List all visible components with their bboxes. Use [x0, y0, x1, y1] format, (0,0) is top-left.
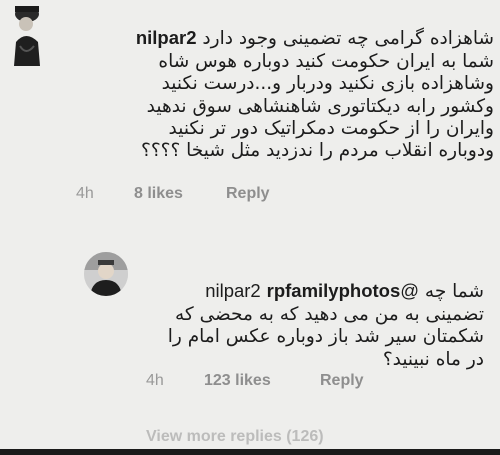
- comment-first-line: شاهزاده گرامی چه تضمینی وجود دارد nilpar…: [60, 27, 494, 50]
- comment-text: شاهزاده گرامی چه تضمینی وجود دارد nilpar…: [60, 5, 494, 163]
- avatar[interactable]: [6, 2, 46, 68]
- comment-likes[interactable]: 8 likes: [134, 185, 183, 203]
- reply-time: 4h: [146, 372, 164, 389]
- reply-body: تضمینی به من می دهید که به محضی که شکمتا…: [167, 303, 484, 370]
- comment-username[interactable]: nilpar2: [136, 27, 197, 48]
- comment-time: 4h: [76, 185, 94, 202]
- reply-likes[interactable]: 123 likes: [204, 372, 271, 390]
- view-more-replies-link[interactable]: View more replies (126): [146, 428, 324, 446]
- reply-meta: 4h 123 likes Reply: [146, 372, 446, 392]
- reply-first-line-text: شما چه: [424, 281, 484, 303]
- bottom-divider: [0, 449, 500, 455]
- reply-first-line: شما چه @nilpar2 rpfamilyphotos: [144, 280, 484, 303]
- reply-username[interactable]: rpfamilyphotos: [267, 280, 401, 301]
- comment-body: شما به ایران حکومت کنید دوباره هوس شاه و…: [141, 50, 494, 162]
- avatar[interactable]: [84, 252, 128, 296]
- comment-reply-button[interactable]: Reply: [226, 185, 270, 203]
- profile-avatar-photo-icon: [84, 252, 128, 296]
- comment-meta: 4h 8 likes Reply: [76, 185, 376, 205]
- reply-text: شما چه @nilpar2 rpfamilyphotos تضمینی به …: [144, 258, 484, 371]
- comment-first-line-text: شاهزاده گرامی چه تضمینی وجود دارد: [202, 28, 494, 50]
- reply-reply-button[interactable]: Reply: [320, 372, 364, 390]
- profile-avatar-icon: [6, 2, 46, 68]
